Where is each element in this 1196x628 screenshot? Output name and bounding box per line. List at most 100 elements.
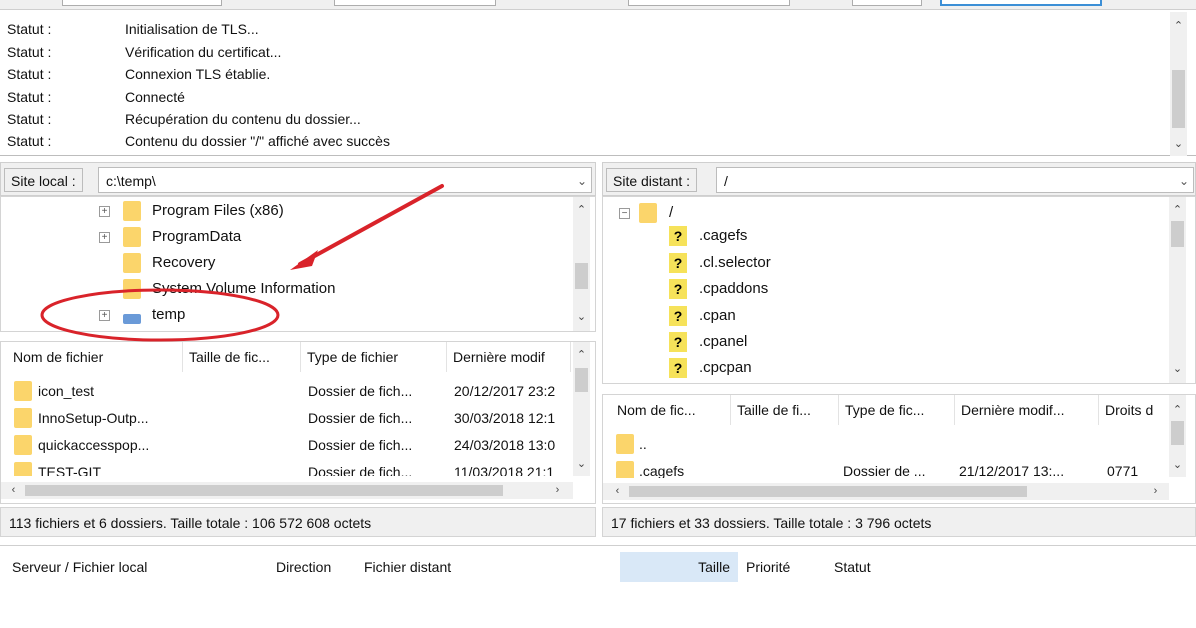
scroll-thumb[interactable] xyxy=(1171,421,1184,445)
scroll-thumb[interactable] xyxy=(629,486,1027,497)
column-header-name[interactable]: Nom de fichier xyxy=(7,342,183,372)
tree-node[interactable]: ? .cpanel xyxy=(669,329,969,355)
tree-node[interactable]: Recovery xyxy=(97,250,497,276)
log-key: Statut : xyxy=(7,66,52,82)
log-message: Initialisation de TLS... xyxy=(125,21,259,37)
local-list-vscroll[interactable]: ⌃ ⌄ xyxy=(573,342,590,476)
toolbar-button[interactable] xyxy=(62,0,222,6)
tree-node-label: .cpcpan xyxy=(699,359,752,376)
scroll-right-icon[interactable]: › xyxy=(549,482,566,499)
queue-column-direction[interactable]: Direction xyxy=(276,552,356,582)
column-header-size[interactable]: Taille de fi... xyxy=(731,395,839,425)
plus-square-icon[interactable]: + xyxy=(99,206,110,217)
file-row[interactable]: .cagefs Dossier de ... 21/12/2017 13:...… xyxy=(603,458,1169,478)
tree-node[interactable]: ? .cl.selector xyxy=(669,250,969,276)
scroll-thumb[interactable] xyxy=(1171,221,1184,247)
tree-node-label: temp xyxy=(152,306,186,323)
remote-path-input[interactable]: / ⌄ xyxy=(716,167,1194,193)
column-header-permissions[interactable]: Droits d xyxy=(1099,395,1169,425)
log-message: Vérification du certificat... xyxy=(125,44,282,60)
question-mark-icon: ? xyxy=(669,279,687,299)
scroll-left-icon[interactable]: ‹ xyxy=(5,482,22,499)
column-header-name[interactable]: Nom de fic... xyxy=(611,395,731,425)
scroll-down-icon[interactable]: ⌄ xyxy=(1170,136,1187,153)
folder-icon xyxy=(123,314,141,324)
quick-connect-button[interactable] xyxy=(940,0,1102,6)
file-name: InnoSetup-Outp... xyxy=(38,410,149,426)
scroll-thumb[interactable] xyxy=(1172,70,1185,128)
toolbar-button[interactable] xyxy=(628,0,790,6)
scroll-up-icon[interactable]: ⌃ xyxy=(573,347,590,364)
log-message: Récupération du contenu du dossier... xyxy=(125,111,361,127)
log-scrollbar[interactable]: ⌃ ⌄ xyxy=(1170,12,1187,156)
queue-column-status[interactable]: Statut xyxy=(834,552,1044,582)
chevron-down-icon[interactable]: ⌄ xyxy=(577,168,587,194)
scroll-up-icon[interactable]: ⌃ xyxy=(1169,402,1186,419)
scroll-down-icon[interactable]: ⌄ xyxy=(1169,457,1186,474)
remote-list-vscroll[interactable]: ⌃ ⌄ xyxy=(1169,395,1186,477)
scroll-up-icon[interactable]: ⌃ xyxy=(1170,18,1187,35)
remote-path-value: / xyxy=(724,173,728,189)
local-list-hscroll[interactable]: ‹ › xyxy=(1,482,573,499)
transfer-queue: Serveur / Fichier local Direction Fichie… xyxy=(0,545,1196,628)
scroll-down-icon[interactable]: ⌄ xyxy=(573,456,590,473)
scroll-thumb[interactable] xyxy=(25,485,503,496)
scroll-thumb[interactable] xyxy=(575,368,588,392)
chevron-down-icon[interactable]: ⌄ xyxy=(1179,168,1189,194)
message-log: Statut : Initialisation de TLS... Statut… xyxy=(0,12,1196,156)
log-key: Statut : xyxy=(7,89,52,105)
scroll-down-icon[interactable]: ⌄ xyxy=(573,309,590,326)
tree-node[interactable]: ? .cpcpan xyxy=(669,355,969,381)
file-row[interactable]: quickaccesspop... Dossier de fich... 24/… xyxy=(1,432,573,459)
file-modified: 20/12/2017 23:2 xyxy=(454,383,556,399)
folder-icon xyxy=(14,435,32,455)
question-mark-icon: ? xyxy=(669,226,687,246)
tree-node-label: .cpan xyxy=(699,307,736,324)
tree-node[interactable]: + Program Files (x86) xyxy=(97,198,497,224)
tree-node[interactable]: + ProgramData xyxy=(97,224,497,250)
column-header-type[interactable]: Type de fichier xyxy=(301,342,447,372)
queue-column-server[interactable]: Serveur / Fichier local xyxy=(12,552,268,582)
toolbar-button[interactable] xyxy=(334,0,496,6)
column-header-size[interactable]: Taille de fic... xyxy=(183,342,301,372)
folder-icon xyxy=(123,227,141,247)
column-header-type[interactable]: Type de fic... xyxy=(839,395,955,425)
scroll-up-icon[interactable]: ⌃ xyxy=(573,202,590,219)
scroll-down-icon[interactable]: ⌄ xyxy=(1169,361,1186,378)
log-key: Statut : xyxy=(7,21,52,37)
scroll-right-icon[interactable]: › xyxy=(1147,483,1164,500)
file-row[interactable]: icon_test Dossier de fich... 20/12/2017 … xyxy=(1,378,573,405)
file-row[interactable]: TEST-GIT Dossier de fich... 11/03/2018 2… xyxy=(1,459,573,476)
column-header-modified[interactable]: Dernière modif... xyxy=(955,395,1099,425)
queue-column-priority[interactable]: Priorité xyxy=(746,552,826,582)
local-status-bar: 113 fichiers et 6 dossiers. Taille total… xyxy=(0,507,596,537)
local-tree-scrollbar[interactable]: ⌃ ⌄ xyxy=(573,197,590,331)
queue-column-size[interactable]: Taille xyxy=(620,552,738,582)
tree-node-label: System Volume Information xyxy=(152,280,336,297)
column-header-modified[interactable]: Dernière modif xyxy=(447,342,571,372)
remote-site-label: Site distant : xyxy=(606,168,698,192)
scroll-thumb[interactable] xyxy=(575,263,588,289)
plus-square-icon[interactable]: + xyxy=(99,310,110,321)
tree-node[interactable]: ? .cagefs xyxy=(669,223,969,249)
tree-node[interactable]: ? .cpaddons xyxy=(669,276,969,302)
remote-list-hscroll[interactable]: ‹ › xyxy=(603,483,1169,500)
tree-node[interactable]: System Volume Information xyxy=(97,276,497,302)
remote-tree-scrollbar[interactable]: ⌃ ⌄ xyxy=(1169,197,1186,383)
minus-square-icon[interactable]: − xyxy=(619,208,630,219)
local-path-value: c:\temp\ xyxy=(106,173,156,189)
remote-status-bar: 17 fichiers et 33 dossiers. Taille total… xyxy=(602,507,1196,537)
question-mark-icon: ? xyxy=(669,253,687,273)
queue-column-remote[interactable]: Fichier distant xyxy=(364,552,614,582)
file-row[interactable]: InnoSetup-Outp... Dossier de fich... 30/… xyxy=(1,405,573,432)
toolbar-button[interactable] xyxy=(852,0,922,6)
tree-node-label: .cpaddons xyxy=(699,280,769,297)
scroll-up-icon[interactable]: ⌃ xyxy=(1169,202,1186,219)
file-row-parent[interactable]: .. xyxy=(603,431,1169,458)
scroll-left-icon[interactable]: ‹ xyxy=(609,483,626,500)
tree-node[interactable]: ? .cpan xyxy=(669,303,969,329)
tree-node-selected[interactable]: + temp xyxy=(97,302,497,328)
local-path-input[interactable]: c:\temp\ ⌄ xyxy=(98,167,592,193)
plus-square-icon[interactable]: + xyxy=(99,232,110,243)
remote-site-bar: Site distant : / ⌄ xyxy=(602,162,1196,196)
